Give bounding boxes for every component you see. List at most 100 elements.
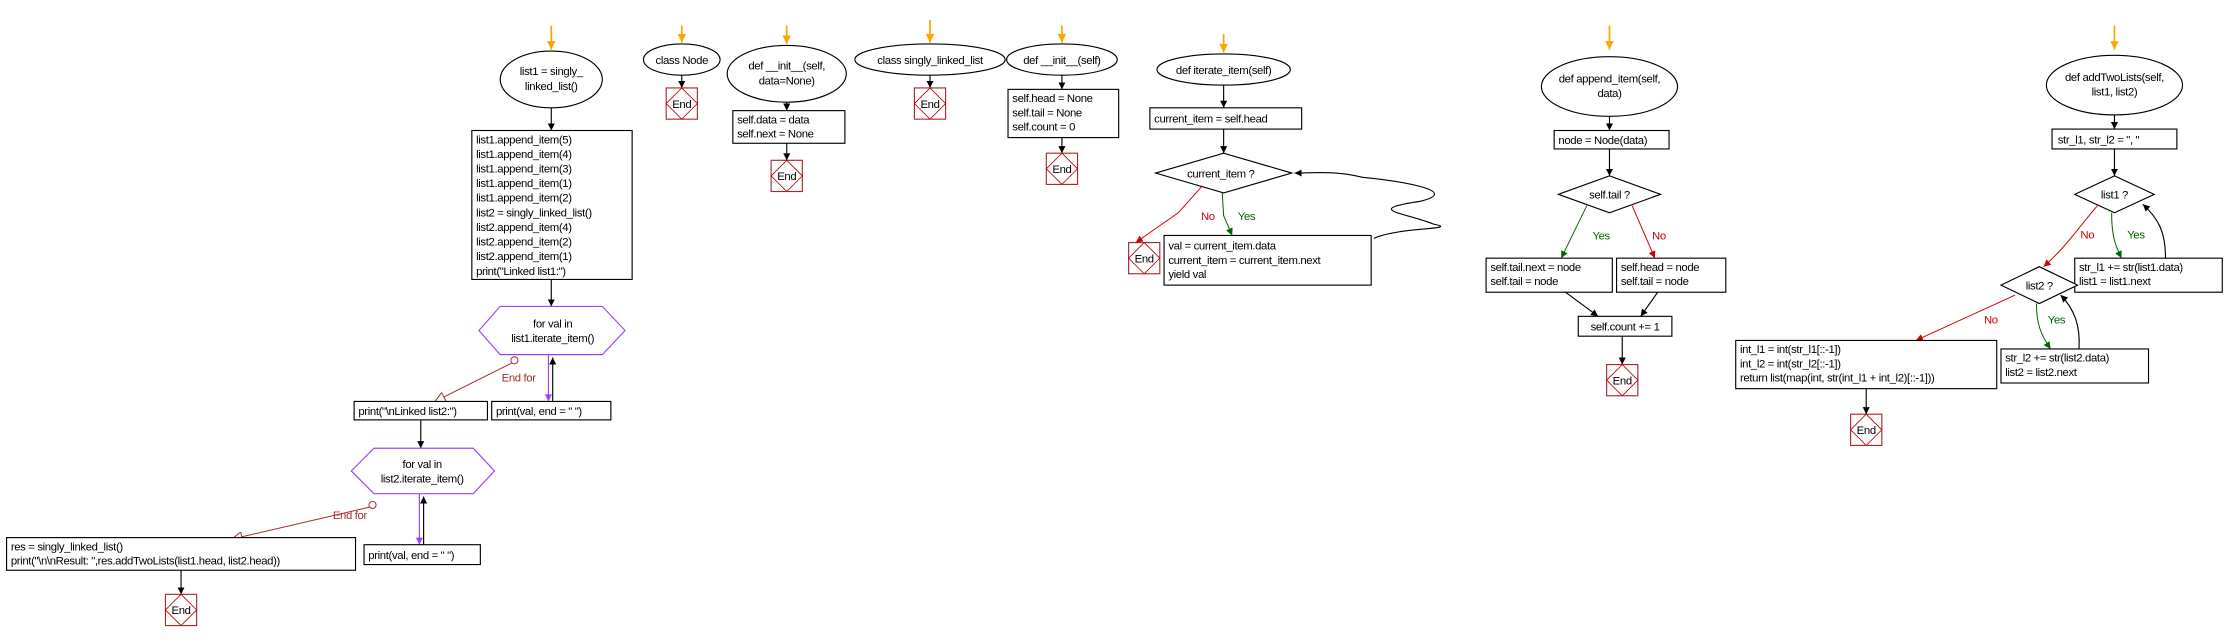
text-line: self.next = None [737, 129, 814, 141]
no-label: No [1201, 211, 1215, 223]
text-line: val = current_item.data [1168, 241, 1276, 253]
text-line: self.tail = node [1490, 276, 1558, 288]
text-line: list2.append_item(4) [476, 222, 572, 234]
text-line: list1, list2) [2092, 87, 2138, 99]
decision-label: list1 ? [2101, 190, 2128, 202]
svg-text:End: End [672, 99, 691, 111]
flow-arrow [1565, 291, 1599, 317]
flowchart-canvas: list1 = singly_ linked_list() list1.appen… [6, 19, 2223, 627]
no-label: No [1984, 314, 1998, 326]
text-line: def __init__(self, [748, 61, 825, 73]
decision-label: self.tail ? [1589, 190, 1630, 202]
end-node: End [164, 593, 198, 627]
text-line: list2.append_item(2) [476, 237, 572, 249]
svg-text:End: End [1613, 375, 1632, 387]
yes-label: Yes [1592, 231, 1610, 243]
yes-label: Yes [2048, 314, 2066, 326]
text-line: list1.append_item(3) [476, 163, 572, 175]
end-node: End [1606, 363, 1639, 397]
process-box-count-text: self.count += 1 [1591, 322, 1660, 334]
end-for-connector [510, 356, 519, 365]
text-line: list1.append_item(4) [476, 149, 572, 161]
text-line: self.data = data [737, 114, 810, 126]
start-node-label: def __init__(self) [1023, 55, 1101, 67]
text-line: print("\n\nResult: ",res.addTwoLists(lis… [11, 556, 281, 568]
text-line: str_l2 += str(list2.data) [2005, 353, 2109, 365]
no-label: No [2080, 229, 2094, 241]
text-line: list2 = list2.next [2005, 367, 2078, 379]
yes-branch-arrow [1560, 205, 1588, 259]
class-sll-flow: class singly_linked_list End [854, 19, 1006, 120]
text-line: list1 = singly_ [520, 66, 584, 78]
text-line: linked_list() [525, 81, 578, 93]
text-line: for val in [403, 459, 442, 471]
sll-init-flow: def __init__(self) self.head = None self.… [1006, 25, 1120, 185]
text-line: str_l1 += str(list1.data) [2079, 262, 2183, 274]
start-node-label: class Node [656, 55, 709, 67]
start-node [726, 44, 847, 103]
end-for-arrow [435, 362, 512, 401]
text-line: res = singly_linked_list() [11, 541, 124, 553]
start-node-label: class singly_linked_list [877, 55, 984, 67]
text-line: list1.append_item(2) [476, 193, 572, 205]
process-box-text: str_l1, str_l2 = ", " [2058, 134, 2140, 146]
end-node: End [1850, 413, 1883, 446]
decision-label: current_item ? [1187, 168, 1254, 180]
start-node [2045, 54, 2184, 116]
text-line: self.tail.next = node [1490, 262, 1581, 274]
text-line: self.tail = None [1012, 107, 1082, 119]
svg-text:End: End [1135, 253, 1154, 265]
text-line: list1.append_item(1) [476, 178, 572, 190]
yes-label: Yes [2127, 229, 2145, 241]
text-line: self.count = 0 [1012, 122, 1075, 134]
start-node-label: def iterate_item(self) [1176, 65, 1272, 77]
process-box-text: current_item = self.head [1154, 114, 1267, 126]
end-node: End [913, 87, 947, 120]
text-line: def addTwoLists(self, [2065, 72, 2164, 84]
yes-branch-arrow [2111, 212, 2122, 259]
end-node: End [770, 159, 803, 193]
end-node: End [665, 87, 698, 120]
node-init-flow: def __init__(self, data=None) self.data =… [726, 25, 847, 193]
iterate-item-flow: def iterate_item(self) current_item = se… [1128, 34, 1442, 286]
text-line: return list(map(int, str(int_l1 + int_l2… [1740, 373, 1935, 385]
loop-back-arrow [2142, 203, 2167, 259]
text-line: int_l2 = int(str_l2[::-1]) [1740, 358, 1841, 370]
process-box-print-val-1-text: print(val, end = " ") [496, 406, 582, 418]
text-line: list2.iterate_item() [381, 473, 465, 485]
text-line: list1.iterate_item() [511, 333, 595, 345]
text-line: def append_item(self, [1559, 73, 1661, 85]
text-line: yield val [1168, 269, 1206, 281]
process-box-print-list2-text: print("\nLinked list2:") [358, 406, 457, 418]
loop-back-arrow [1294, 169, 1442, 239]
end-node: End [1045, 152, 1079, 185]
main-flow: list1 = singly_ linked_list() list1.appen… [6, 25, 633, 627]
add-two-lists-flow: def addTwoLists(self, list1, list2) str_l… [1735, 25, 2223, 446]
yes-label: Yes [1238, 211, 1256, 223]
text-line: current_item = current_item.next [1168, 255, 1321, 267]
svg-text:End: End [1052, 164, 1071, 176]
no-branch-arrow [1915, 294, 2016, 341]
text-line: for val in [533, 319, 572, 331]
end-for-label: End for [502, 373, 537, 385]
text-line: list2.append_item(1) [476, 251, 572, 263]
flow-arrow [1640, 291, 1659, 317]
svg-text:End: End [1857, 425, 1876, 437]
svg-text:End: End [777, 171, 796, 183]
text-line: list1 = list1.next [2079, 276, 2152, 288]
text-line: print("Linked list1:") [476, 266, 566, 278]
text-line: int_l1 = int(str_l1[::-1]) [1740, 344, 1841, 356]
text-line: list1.append_item(5) [476, 134, 572, 146]
end-for-connector [368, 500, 377, 510]
yes-branch-arrow [1221, 192, 1233, 236]
start-node [1540, 56, 1679, 117]
class-node-flow: class Node End [642, 25, 721, 120]
text-line: self.head = node [1621, 262, 1699, 274]
svg-text:End: End [171, 605, 190, 617]
no-branch-arrow [1135, 185, 1203, 243]
text-line: list2 = singly_linked_list() [476, 207, 592, 219]
append-item-flow: def append_item(self, data) node = Node(d… [1485, 25, 1727, 397]
end-for-label: End for [333, 510, 368, 522]
process-box-print-val-2-text: print(val, end = " ") [368, 550, 454, 562]
text-line: data=None) [759, 75, 816, 87]
